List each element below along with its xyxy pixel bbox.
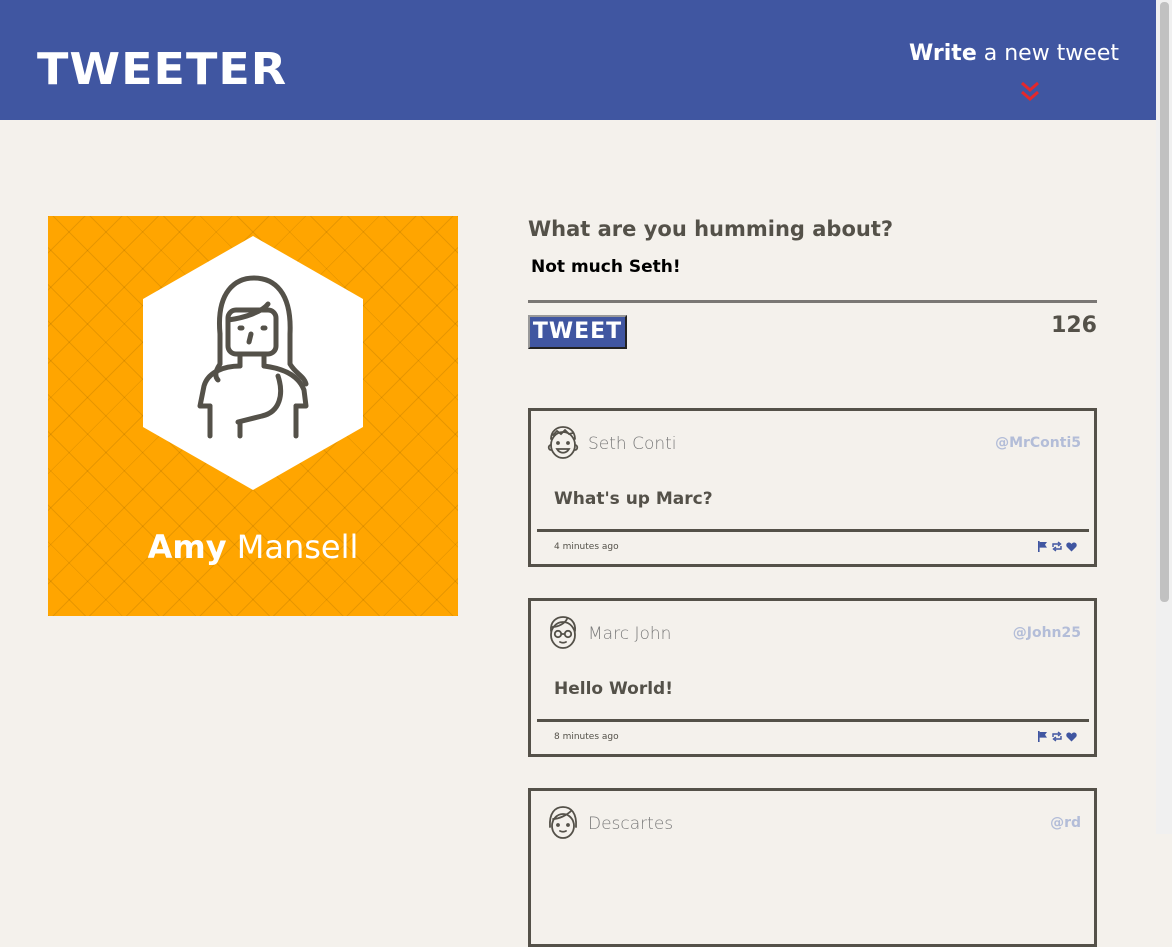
tweet-timestamp: 8 minutes ago [554, 732, 619, 742]
compose-prompt: What are you humming about? [528, 217, 894, 241]
tweet-actions [1037, 539, 1077, 557]
heart-icon[interactable] [1066, 539, 1077, 557]
logo[interactable]: TWEETER [37, 47, 287, 91]
tweet-author-handle: @rd [1050, 815, 1081, 831]
flag-icon[interactable] [1037, 539, 1048, 557]
tweet-author-name: Seth Conti [588, 434, 677, 454]
tweet-author-handle: @MrConti5 [995, 435, 1081, 451]
tweet-author-name: Descartes [588, 814, 674, 834]
tweet-content: Hello World! [554, 679, 673, 699]
profile-name: Amy Mansell [48, 528, 458, 566]
user-avatar-icon [549, 806, 577, 839]
scrollbar-thumb[interactable] [1160, 2, 1169, 602]
tweet-content: What's up Marc? [554, 489, 713, 509]
char-counter: 126 [1051, 313, 1097, 338]
retweet-icon[interactable] [1051, 539, 1063, 557]
write-label: Write [909, 41, 977, 66]
tweet-author-handle: @John25 [1012, 625, 1081, 641]
site-header: TWEETER Write a new tweet [0, 0, 1156, 120]
profile-first-name: Amy [147, 528, 227, 566]
tweet-timestamp: 4 minutes ago [554, 542, 619, 552]
tweet-divider [537, 529, 1089, 532]
profile-card: Amy Mansell [48, 216, 458, 616]
tweet-button[interactable]: TWEET [528, 315, 627, 349]
compose-textarea[interactable]: Not much Seth! [531, 257, 681, 277]
compose-underline [528, 300, 1097, 303]
profile-last-name: Mansell [236, 528, 359, 566]
double-chevron-down-icon[interactable] [1019, 80, 1041, 104]
retweet-icon[interactable] [1051, 729, 1063, 747]
user-avatar-icon [550, 616, 576, 649]
write-new-tweet-link[interactable]: Write a new tweet [909, 41, 1119, 66]
write-rest-label: a new tweet [976, 41, 1119, 66]
scrollbar[interactable] [1156, 0, 1172, 834]
flag-icon[interactable] [1037, 729, 1048, 747]
tweet-actions [1037, 729, 1077, 747]
tweet-author-name: Marc John [588, 624, 672, 644]
user-avatar-icon [547, 426, 579, 459]
tweet-card: Descartes @rd [528, 788, 1097, 947]
tweet-card: Seth Conti @MrConti5 What's up Marc? 4 m… [528, 408, 1097, 567]
heart-icon[interactable] [1066, 729, 1077, 747]
tweet-divider [537, 719, 1089, 722]
tweet-card: Marc John @John25 Hello World! 8 minutes… [528, 598, 1097, 757]
profile-avatar-icon [143, 236, 363, 490]
